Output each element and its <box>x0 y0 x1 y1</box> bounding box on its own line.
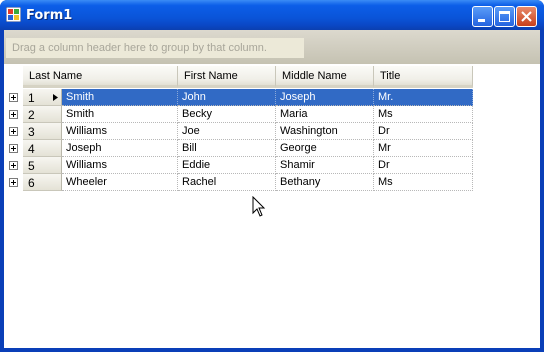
table-row[interactable]: 2 Smith Becky Maria Ms <box>4 106 474 123</box>
table-row[interactable]: 4 Joseph Bill George Mr <box>4 140 474 157</box>
cell-middle-name[interactable]: George <box>276 140 374 157</box>
mouse-cursor-icon <box>252 196 266 217</box>
cell-title[interactable]: Ms <box>374 106 473 123</box>
cell-middle-name[interactable]: Maria <box>276 106 374 123</box>
cell-first-name[interactable]: Becky <box>178 106 276 123</box>
cell-middle-name[interactable]: Shamir <box>276 157 374 174</box>
expand-plus-icon[interactable] <box>9 144 18 153</box>
column-header-last-name[interactable]: Last Name <box>23 66 178 88</box>
current-row-arrow-icon <box>53 94 58 101</box>
cell-first-name[interactable]: John <box>178 89 276 106</box>
app-icon <box>6 7 21 22</box>
maximize-icon <box>499 11 510 22</box>
group-by-panel[interactable]: Drag a column header here to group by th… <box>4 30 540 64</box>
column-header-title[interactable]: Title <box>374 66 473 88</box>
minimize-button[interactable] <box>472 6 493 27</box>
column-header-first-name[interactable]: First Name <box>178 66 276 88</box>
cell-title[interactable]: Mr. <box>374 89 473 106</box>
column-header-middle-name[interactable]: Middle Name <box>276 66 374 88</box>
cell-title[interactable]: Mr <box>374 140 473 157</box>
row-number: 2 <box>28 108 35 122</box>
table-row[interactable]: 1 Smith John Joseph Mr. <box>4 89 474 106</box>
cell-last-name[interactable]: Smith <box>62 89 178 106</box>
title-bar[interactable]: Form1 <box>0 0 544 30</box>
cell-first-name[interactable]: Bill <box>178 140 276 157</box>
cell-middle-name[interactable]: Washington <box>276 123 374 140</box>
window-title: Form1 <box>26 8 73 23</box>
cell-last-name[interactable]: Smith <box>62 106 178 123</box>
row-header[interactable]: 4 <box>23 140 62 157</box>
table-row[interactable]: 3 Williams Joe Washington Dr <box>4 123 474 140</box>
row-number: 5 <box>28 159 35 173</box>
cell-last-name[interactable]: Williams <box>62 123 178 140</box>
row-number: 1 <box>28 91 35 105</box>
row-number: 4 <box>28 142 35 156</box>
cell-last-name[interactable]: Wheeler <box>62 174 178 191</box>
row-header[interactable]: 1 <box>23 89 62 106</box>
cell-middle-name[interactable]: Joseph <box>276 89 374 106</box>
column-header-row: Last Name First Name Middle Name Title <box>23 66 473 88</box>
form-window: Form1 Drag a column header here to group… <box>0 0 544 352</box>
row-header[interactable]: 3 <box>23 123 62 140</box>
cell-title[interactable]: Ms <box>374 174 473 191</box>
expand-plus-icon[interactable] <box>9 161 18 170</box>
expand-plus-icon[interactable] <box>9 93 18 102</box>
cell-title[interactable]: Dr <box>374 123 473 140</box>
row-header[interactable]: 6 <box>23 174 62 191</box>
expand-plus-icon[interactable] <box>9 127 18 136</box>
cell-title[interactable]: Dr <box>374 157 473 174</box>
expand-plus-icon[interactable] <box>9 110 18 119</box>
close-icon <box>521 11 532 22</box>
cell-last-name[interactable]: Joseph <box>62 140 178 157</box>
group-by-hint: Drag a column header here to group by th… <box>6 38 304 58</box>
form-client-area: Drag a column header here to group by th… <box>4 30 540 348</box>
close-button[interactable] <box>516 6 537 27</box>
table-row[interactable]: 6 Wheeler Rachel Bethany Ms <box>4 174 474 191</box>
table-row[interactable]: 5 Williams Eddie Shamir Dr <box>4 157 474 174</box>
row-number: 3 <box>28 125 35 139</box>
row-header[interactable]: 5 <box>23 157 62 174</box>
minimize-icon <box>478 19 485 22</box>
cell-first-name[interactable]: Eddie <box>178 157 276 174</box>
maximize-button[interactable] <box>494 6 515 27</box>
cell-first-name[interactable]: Joe <box>178 123 276 140</box>
row-header[interactable]: 2 <box>23 106 62 123</box>
cell-middle-name[interactable]: Bethany <box>276 174 374 191</box>
row-number: 6 <box>28 176 35 190</box>
expand-plus-icon[interactable] <box>9 178 18 187</box>
cell-last-name[interactable]: Williams <box>62 157 178 174</box>
cell-first-name[interactable]: Rachel <box>178 174 276 191</box>
